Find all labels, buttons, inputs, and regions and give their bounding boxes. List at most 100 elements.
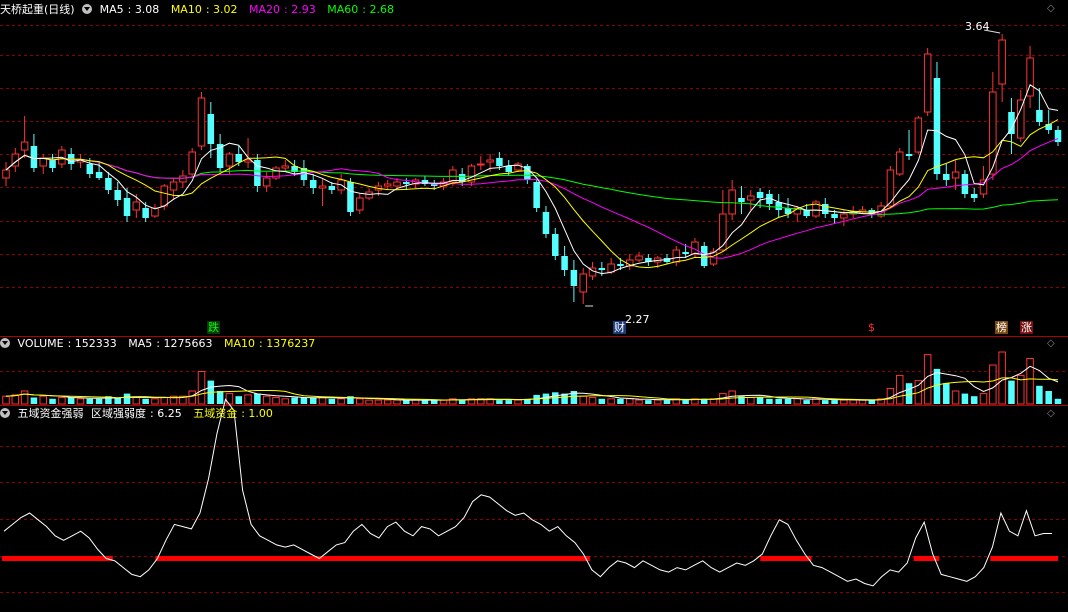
candle-body — [598, 268, 606, 270]
volume-bar — [337, 398, 345, 405]
candle-body — [356, 197, 364, 211]
volume-bar — [365, 399, 373, 405]
volume-bar — [318, 397, 327, 405]
volume-bar — [216, 391, 224, 404]
volume-bar — [458, 400, 466, 404]
volume-bar — [160, 397, 169, 405]
volume-bar — [439, 399, 448, 405]
indicator-title: 五域资金强弱 — [17, 407, 84, 420]
candle-body — [86, 164, 94, 174]
candle-body — [225, 153, 234, 167]
volume-bar — [393, 399, 401, 405]
volume-bar — [86, 398, 94, 404]
candle-body — [30, 146, 38, 168]
volume-bar — [821, 400, 829, 404]
indicator-maximize-icon[interactable]: ◇ — [1047, 408, 1055, 419]
main-panel-header: 天桥起重(日线) MA5: 3.08 MA10: 3.02 MA20: 2.93… — [0, 2, 402, 18]
volume-bar — [766, 398, 773, 404]
volume-bar — [151, 398, 159, 405]
volume-bar — [961, 393, 969, 404]
volume-bar — [784, 398, 792, 404]
volume-bar — [831, 400, 838, 404]
volume-bar — [598, 398, 606, 404]
volume-bar — [793, 398, 802, 405]
volume-bar — [663, 400, 671, 404]
volume-bar — [421, 400, 429, 404]
volume-bar — [132, 397, 141, 405]
candle-body — [970, 194, 978, 198]
candle-body — [672, 249, 681, 263]
candle-body — [365, 191, 373, 199]
volume-maximize-icon[interactable]: ◇ — [1047, 338, 1055, 349]
high-price-label: 3.64 — [965, 20, 990, 33]
candle-body — [262, 177, 271, 187]
stock-title: 天桥起重(日线) — [0, 3, 75, 16]
event-tag-list[interactable]: 榜 — [995, 321, 1008, 334]
indicator-panel-menu-icon[interactable] — [0, 408, 10, 418]
volume-bar — [309, 397, 317, 404]
candle-body — [943, 174, 950, 180]
strength-label: 区域强弱度: 6.25 — [91, 407, 182, 420]
candle-body — [756, 192, 764, 198]
volume-ma5-label: MA5: 1275663 — [128, 337, 213, 350]
event-tag-rise[interactable]: 涨 — [1020, 321, 1033, 334]
event-tag-finance[interactable]: 财 — [613, 321, 626, 334]
volume-bar — [970, 396, 978, 404]
volume-bar — [123, 393, 131, 404]
candle-body — [496, 158, 503, 166]
candle-body — [347, 182, 354, 212]
volume-bar — [235, 396, 243, 404]
candle-body — [114, 190, 121, 200]
candle-body — [207, 114, 215, 144]
volume-bar — [49, 398, 56, 404]
candle-body — [505, 166, 512, 172]
candle-body — [719, 213, 727, 251]
indicator-menu-icon[interactable] — [82, 4, 93, 14]
volume-bar — [300, 397, 308, 404]
candle-body — [49, 160, 56, 168]
candle-body — [803, 210, 810, 216]
candle-body — [775, 202, 782, 210]
volume-bar — [76, 398, 85, 405]
candle-body — [700, 246, 708, 266]
volume-bar — [840, 399, 848, 405]
maximize-icon[interactable]: ◇ — [1047, 3, 1055, 14]
candle-body — [635, 255, 643, 261]
volume-menu-icon[interactable] — [0, 338, 10, 348]
volume-bar — [496, 400, 503, 404]
candle-body — [607, 263, 615, 273]
candle-body — [533, 182, 540, 208]
event-tag-drop[interactable]: 跌 — [207, 321, 220, 334]
candle-body — [235, 154, 243, 162]
candle-body — [747, 195, 755, 201]
volume-bar — [588, 397, 597, 405]
candle-body — [998, 39, 1006, 85]
candle-body — [123, 198, 131, 216]
candle-body — [132, 201, 141, 211]
volume-bar — [775, 398, 782, 404]
volume-label: VOLUME: 152333 — [17, 337, 117, 350]
volume-bar — [951, 390, 960, 405]
candle-body — [1017, 99, 1025, 139]
volume-bar — [635, 399, 643, 405]
candle-body — [2, 169, 10, 179]
volume-bar — [328, 398, 336, 404]
candle-body — [477, 163, 485, 166]
candle-body — [403, 182, 410, 184]
candle-body — [281, 165, 290, 169]
volume-bar — [39, 395, 47, 405]
volume-bar — [430, 400, 438, 404]
volume-bar — [58, 397, 66, 405]
candle-body — [105, 178, 112, 190]
candle-body — [895, 151, 904, 175]
volume-bar — [262, 395, 271, 405]
indicator-panel-header: 五域资金强弱 区域强弱度: 6.25 五域资金: 1.00 — [0, 406, 281, 422]
volume-bar — [374, 399, 383, 405]
ma60-label: MA60: 2.68 — [327, 3, 394, 16]
event-tag-dollar[interactable]: $ — [867, 321, 876, 334]
chart-canvas[interactable] — [0, 0, 1068, 612]
candle-body — [142, 208, 149, 218]
volume-bar — [1008, 380, 1015, 404]
volume-bar — [291, 397, 298, 404]
candle-body — [383, 183, 392, 187]
